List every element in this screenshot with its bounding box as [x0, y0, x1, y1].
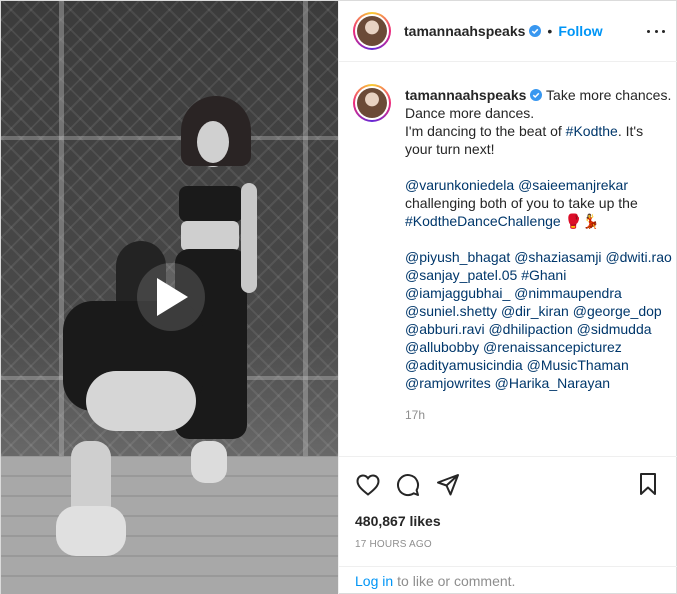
caption-line: challenging both of you to take up the	[405, 195, 638, 211]
mention-link[interactable]: @dhilipaction	[488, 321, 572, 337]
share-icon	[437, 473, 459, 495]
caption-gap	[405, 230, 673, 248]
author-username[interactable]: tamannaahspeaks	[404, 23, 525, 39]
caption-text-fragment: I'm dancing to the beat of	[405, 123, 566, 139]
post-timestamp[interactable]: 17 HOURS AGO	[355, 539, 432, 550]
mention-link[interactable]: @adityamusicindia	[405, 357, 523, 373]
avatar-frame	[355, 86, 389, 120]
caption-username[interactable]: tamannaahspeaks	[405, 87, 526, 103]
dancer-face	[197, 121, 229, 163]
comment-button[interactable]	[395, 472, 421, 498]
caption-line: I'm dancing to the beat of #Kodthe. It's…	[405, 122, 673, 158]
avatar	[357, 16, 387, 46]
verified-badge-icon	[530, 89, 543, 101]
wooden-floor	[1, 456, 338, 594]
caption-text: tamannaahspeaks Take more chances. Dance…	[405, 86, 673, 424]
mention-link[interactable]: @dwiti.rao	[605, 249, 671, 265]
heart-icon	[356, 473, 380, 496]
mention-link[interactable]: @renaissancepicturez	[483, 339, 622, 355]
share-button[interactable]	[435, 472, 461, 498]
dancer-midriff	[181, 221, 239, 251]
sneaker	[56, 506, 126, 556]
post-video[interactable]	[1, 1, 338, 594]
mention-link[interactable]: @MusicThaman	[527, 357, 629, 373]
caption-gap	[405, 158, 673, 176]
like-button[interactable]	[355, 472, 381, 498]
caption-avatar[interactable]	[353, 84, 391, 122]
hashtag-link[interactable]: #Kodthe	[566, 123, 618, 139]
dancer-top	[179, 186, 243, 222]
mention-link[interactable]: @shaziasamji	[514, 249, 601, 265]
comment-icon	[397, 473, 420, 496]
bookmark-icon	[640, 473, 656, 495]
mention-link[interactable]: @varunkoniedela	[405, 177, 514, 193]
mention-link[interactable]: @allubobby	[405, 339, 479, 355]
crouching-dancer-legs	[86, 371, 196, 431]
mention-link[interactable]: @Harika_Narayan	[495, 375, 610, 391]
likes-count[interactable]: 480,867 likes	[355, 513, 441, 529]
caption-line: @varunkoniedela @saieemanjrekar	[405, 176, 673, 194]
mention-link[interactable]: @ramjowrites	[405, 375, 491, 391]
tags-block: @piyush_bhagat @shaziasamji @dwiti.rao @…	[405, 248, 673, 392]
dancer-arm	[241, 183, 257, 293]
avatar	[357, 88, 387, 118]
mention-link[interactable]: @george_dop	[573, 303, 662, 319]
save-button[interactable]	[637, 472, 661, 496]
comment-prompt: Log in to like or comment.	[339, 566, 677, 594]
follow-button[interactable]: Follow	[558, 23, 602, 39]
separator-dot: •	[547, 23, 553, 39]
fence-rail	[1, 136, 338, 140]
mention-link[interactable]: @nimmaupendra	[514, 285, 622, 301]
play-icon	[157, 278, 188, 316]
mention-link[interactable]: @dir_kiran	[501, 303, 569, 319]
play-button[interactable]	[137, 263, 205, 331]
login-link[interactable]: Log in	[355, 573, 393, 589]
caption-age[interactable]: 17h	[405, 406, 673, 424]
mention-link[interactable]: @suniel.shetty	[405, 303, 497, 319]
caption-line: #KodtheDanceChallenge 🥊💃	[405, 212, 673, 230]
more-options-icon[interactable]	[647, 23, 665, 39]
mention-link[interactable]: @sidmudda	[577, 321, 652, 337]
avatar-frame	[355, 14, 389, 48]
action-bar	[339, 456, 677, 512]
instagram-post: tamannaahspeaks • Follow tamannaahspeaks…	[0, 0, 677, 594]
post-header: tamannaahspeaks • Follow	[339, 1, 677, 62]
author-avatar[interactable]	[353, 12, 391, 50]
fence-post	[303, 1, 308, 456]
mention-link[interactable]: @iamjaggubhai_	[405, 285, 510, 301]
mention-link[interactable]: @piyush_bhagat	[405, 249, 510, 265]
post-details: tamannaahspeaks • Follow tamannaahspeaks…	[338, 1, 677, 594]
verified-badge-icon	[529, 25, 542, 37]
mention-link[interactable]: @saieemanjrekar	[518, 177, 628, 193]
hashtag-link[interactable]: #Ghani	[521, 267, 566, 283]
sneaker	[191, 441, 227, 483]
emoji: 🥊💃	[564, 213, 600, 229]
hashtag-link[interactable]: #KodtheDanceChallenge	[405, 213, 561, 229]
mention-link[interactable]: @sanjay_patel.05	[405, 267, 517, 283]
mention-link[interactable]: @abburi.ravi	[405, 321, 485, 337]
comment-prompt-text: to like or comment.	[397, 573, 516, 589]
